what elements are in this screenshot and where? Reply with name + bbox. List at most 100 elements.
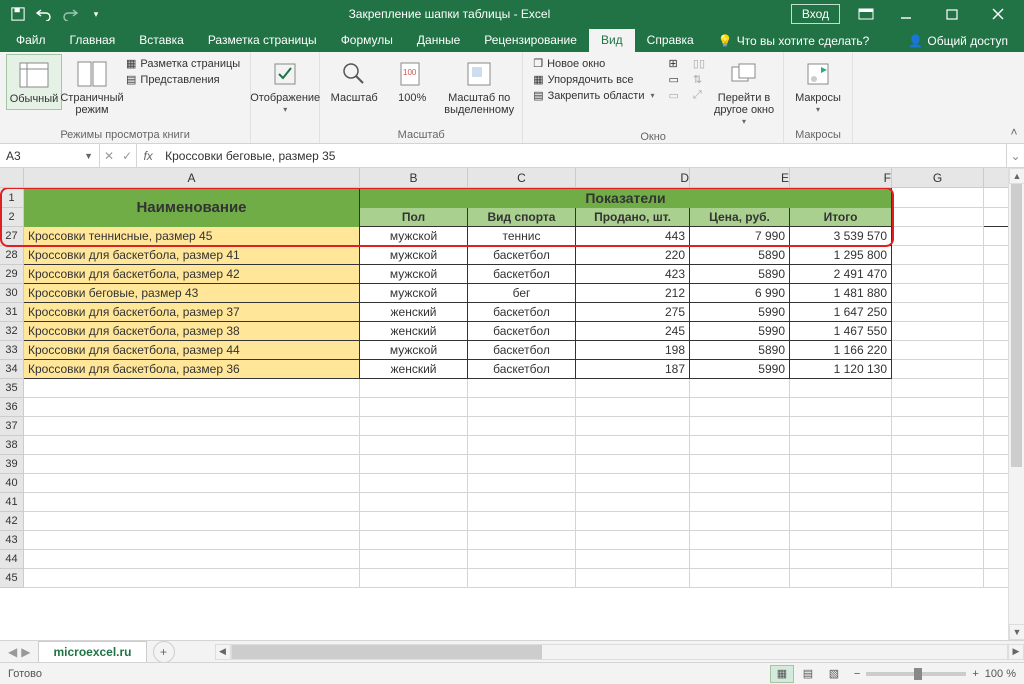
show-button[interactable]: Отображение ▾ — [257, 54, 313, 119]
switch-windows-button[interactable]: Перейти в другое окно ▾ — [711, 54, 777, 131]
cell-empty[interactable] — [468, 531, 576, 550]
tab-insert[interactable]: Вставка — [127, 29, 196, 52]
cell-sold[interactable]: 187 — [576, 360, 690, 379]
hscroll-thumb[interactable] — [232, 645, 542, 659]
cell-G1[interactable] — [892, 188, 984, 208]
cell-empty[interactable] — [360, 569, 468, 588]
cell-header-sex[interactable]: Пол — [360, 208, 468, 227]
zoom-out-button[interactable]: − — [854, 668, 860, 680]
cell-sold[interactable]: 275 — [576, 303, 690, 322]
pagebreak-view-button[interactable]: Страничный режим — [64, 54, 120, 120]
close-button[interactable] — [976, 0, 1020, 28]
cell-empty[interactable] — [790, 569, 892, 588]
table-row[interactable]: 36 — [0, 398, 1024, 417]
cell-empty[interactable] — [892, 550, 984, 569]
tab-help[interactable]: Справка — [635, 29, 706, 52]
cell-empty[interactable] — [892, 284, 984, 303]
cell-sex[interactable]: женский — [360, 322, 468, 341]
cell-empty[interactable] — [690, 417, 790, 436]
row-header[interactable]: 29 — [0, 265, 24, 284]
cell-empty[interactable] — [790, 455, 892, 474]
new-window-button[interactable]: ❐Новое окно — [529, 56, 658, 71]
cell-empty[interactable] — [892, 569, 984, 588]
cell-empty[interactable] — [892, 512, 984, 531]
cell-empty[interactable] — [360, 398, 468, 417]
cell-sport[interactable]: баскетбол — [468, 303, 576, 322]
save-icon[interactable] — [6, 2, 30, 26]
cell-empty[interactable] — [468, 398, 576, 417]
name-box[interactable]: A3 ▼ — [0, 144, 100, 167]
hide-button[interactable]: ▭ — [665, 72, 683, 87]
split-button[interactable]: ⊞ — [665, 56, 683, 71]
cell-empty[interactable] — [24, 474, 360, 493]
cell-empty[interactable] — [690, 436, 790, 455]
cell-empty[interactable] — [24, 398, 360, 417]
table-row[interactable]: 38 — [0, 436, 1024, 455]
collapse-ribbon-icon[interactable]: ˄ — [1004, 52, 1024, 143]
pagebreak-status-icon[interactable]: ▧ — [822, 665, 846, 683]
cell-empty[interactable] — [576, 569, 690, 588]
cell-empty[interactable] — [790, 493, 892, 512]
row-header[interactable]: 27 — [0, 227, 24, 246]
row-header[interactable]: 40 — [0, 474, 24, 493]
maximize-button[interactable] — [930, 0, 974, 28]
table-row[interactable]: 45 — [0, 569, 1024, 588]
cell-empty[interactable] — [468, 569, 576, 588]
reset-pos-button[interactable]: ⤢ — [689, 88, 709, 103]
cell-empty[interactable] — [468, 379, 576, 398]
scroll-right-icon[interactable]: ▶ — [1008, 644, 1024, 660]
cell-empty[interactable] — [690, 493, 790, 512]
row-header[interactable]: 36 — [0, 398, 24, 417]
undo-icon[interactable] — [32, 2, 56, 26]
cell-empty[interactable] — [690, 550, 790, 569]
zoom-in-button[interactable]: + — [972, 668, 978, 680]
cell-empty[interactable] — [690, 398, 790, 417]
cell-empty[interactable] — [576, 550, 690, 569]
cell-sold[interactable]: 423 — [576, 265, 690, 284]
cell-empty[interactable] — [790, 417, 892, 436]
row-header[interactable]: 35 — [0, 379, 24, 398]
pagelayout-view-button[interactable]: ▦Разметка страницы — [122, 56, 244, 71]
cell-empty[interactable] — [576, 474, 690, 493]
cell-empty[interactable] — [576, 512, 690, 531]
tab-pagelayout[interactable]: Разметка страницы — [196, 29, 329, 52]
cell-header-price[interactable]: Цена, руб. — [690, 208, 790, 227]
zoom-slider-thumb[interactable] — [914, 668, 922, 680]
row-header[interactable]: 38 — [0, 436, 24, 455]
formula-input[interactable]: Кроссовки беговые, размер 35 — [159, 144, 1006, 167]
minimize-button[interactable] — [884, 0, 928, 28]
col-header-C[interactable]: C — [468, 168, 576, 187]
table-row[interactable]: 37 — [0, 417, 1024, 436]
cell-empty[interactable] — [24, 569, 360, 588]
arrange-all-button[interactable]: ▦Упорядочить все — [529, 72, 658, 87]
table-row[interactable]: 31Кроссовки для баскетбола, размер 37жен… — [0, 303, 1024, 322]
zoom-slider[interactable] — [866, 672, 966, 676]
cell-name[interactable]: Кроссовки для баскетбола, размер 42 — [24, 265, 360, 284]
row-header[interactable]: 44 — [0, 550, 24, 569]
cell-empty[interactable] — [468, 436, 576, 455]
cell-empty[interactable] — [790, 512, 892, 531]
cell-total[interactable]: 1 166 220 — [790, 341, 892, 360]
table-row[interactable]: 33Кроссовки для баскетбола, размер 44муж… — [0, 341, 1024, 360]
cell-empty[interactable] — [892, 227, 984, 246]
col-header-D[interactable]: D — [576, 168, 690, 187]
cell-header-sold[interactable]: Продано, шт. — [576, 208, 690, 227]
cell-empty[interactable] — [24, 379, 360, 398]
vertical-scrollbar[interactable]: ▲ ▼ — [1008, 168, 1024, 640]
zoom-button[interactable]: Масштаб — [326, 54, 382, 108]
row-header[interactable]: 33 — [0, 341, 24, 360]
cell-sport[interactable]: теннис — [468, 227, 576, 246]
table-row[interactable]: 41 — [0, 493, 1024, 512]
table-row[interactable]: 27Кроссовки теннисные, размер 45мужскойт… — [0, 227, 1024, 246]
cell-total[interactable]: 1 467 550 — [790, 322, 892, 341]
cell-sport[interactable]: баскетбол — [468, 341, 576, 360]
cell-empty[interactable] — [892, 531, 984, 550]
cell-empty[interactable] — [892, 436, 984, 455]
table-row[interactable]: 44 — [0, 550, 1024, 569]
cell-empty[interactable] — [892, 265, 984, 284]
cell-empty[interactable] — [690, 455, 790, 474]
cell-total[interactable]: 2 491 470 — [790, 265, 892, 284]
table-row[interactable]: 39 — [0, 455, 1024, 474]
cell-empty[interactable] — [892, 398, 984, 417]
cell-name[interactable]: Кроссовки для баскетбола, размер 37 — [24, 303, 360, 322]
